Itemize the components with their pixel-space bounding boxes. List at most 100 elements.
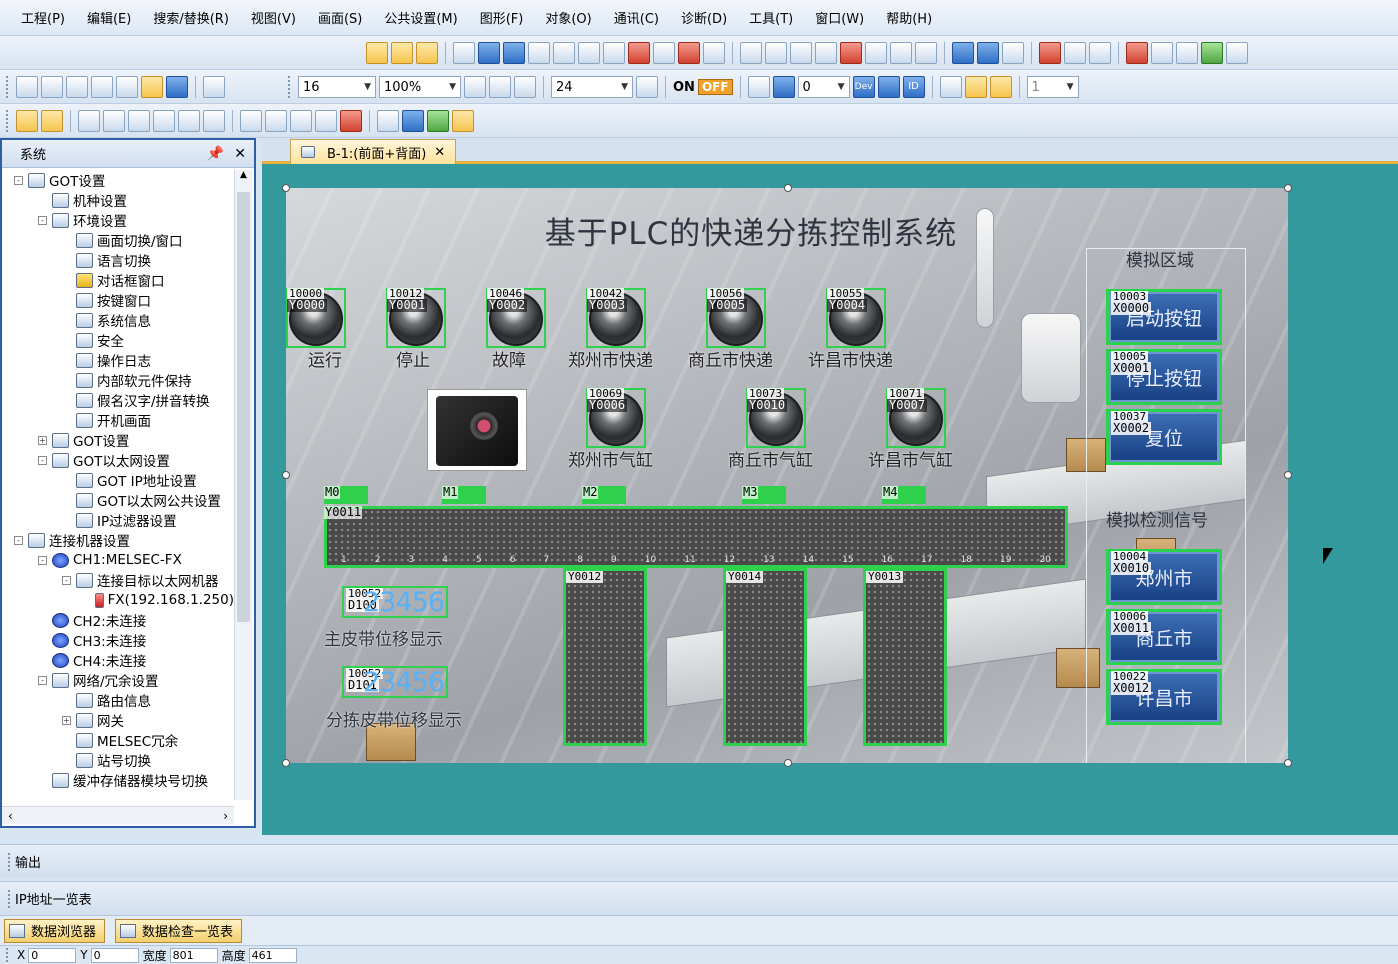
- off-state-button[interactable]: OFF: [697, 79, 733, 95]
- numeric-display[interactable]: 10052 D100 23456: [342, 586, 448, 618]
- indicator-lamp[interactable]: 10056 Y0005: [706, 288, 766, 348]
- toolbar-grip[interactable]: [6, 76, 9, 98]
- toolbar-tool-icon[interactable]: [452, 110, 474, 132]
- data-check-list-tab[interactable]: 数据检查一览表: [115, 918, 243, 943]
- new-project-icon[interactable]: [16, 76, 38, 98]
- tree-item[interactable]: FX(192.168.1.250): [2, 590, 234, 610]
- tree-item[interactable]: CH2:未连接: [2, 610, 234, 630]
- panel-grip[interactable]: [8, 852, 11, 871]
- collapse-icon[interactable]: -: [38, 555, 47, 565]
- save-icon[interactable]: [66, 76, 88, 98]
- tree-item[interactable]: 按键窗口: [2, 290, 234, 310]
- menu-item[interactable]: 通讯(C): [603, 8, 670, 27]
- zoom-area-icon[interactable]: [514, 76, 536, 98]
- toolbar-tool-icon[interactable]: [628, 42, 650, 64]
- toolbar-tool-icon[interactable]: [952, 42, 974, 64]
- menu-item[interactable]: 窗口(W): [804, 8, 875, 27]
- hmi-screen[interactable]: 基于PLC的快递分拣控制系统 模拟区域 模拟检测信号 10000 Y0000 运行 1…: [286, 188, 1288, 763]
- toolbar-tool-icon[interactable]: [203, 110, 225, 132]
- scroll-up-icon[interactable]: ▲: [235, 170, 252, 180]
- tree-item[interactable]: 系统信息: [2, 310, 234, 330]
- menu-item[interactable]: 公共设置(M): [373, 8, 468, 27]
- toolbar-tool-icon[interactable]: [290, 110, 312, 132]
- toolbar-tool-icon[interactable]: [340, 110, 362, 132]
- fill-color-icon[interactable]: [166, 76, 188, 98]
- toolbar-tool-icon[interactable]: [578, 42, 600, 64]
- toolbar-tool-icon[interactable]: [815, 42, 837, 64]
- toolbar-tool-icon[interactable]: [890, 42, 912, 64]
- menu-item[interactable]: 画面(S): [307, 8, 373, 27]
- toolbar-tool-icon[interactable]: [790, 42, 812, 64]
- toolbar-tool-icon[interactable]: [840, 42, 862, 64]
- toolbar-tool-icon[interactable]: [1039, 42, 1061, 64]
- toolbar-tool-icon[interactable]: [153, 110, 175, 132]
- zoom-select[interactable]: 100% ▼: [379, 76, 461, 98]
- resize-handle[interactable]: [784, 759, 792, 767]
- collapse-icon[interactable]: -: [14, 175, 23, 185]
- sim-button[interactable]: 10003 X0000 启动按钮: [1106, 289, 1222, 345]
- tree-horizontal-scrollbar[interactable]: ‹ ›: [2, 806, 234, 824]
- grid-icon[interactable]: [636, 76, 658, 98]
- toolbar-tool-icon[interactable]: [427, 110, 449, 132]
- resize-handle[interactable]: [784, 184, 792, 192]
- redo-icon[interactable]: [116, 76, 138, 98]
- indicator-lamp[interactable]: 10012 Y0001: [386, 288, 446, 348]
- panel-grip[interactable]: [8, 889, 11, 908]
- layer-select[interactable]: 1 ▼: [1026, 76, 1079, 98]
- indicator-lamp[interactable]: 10046 Y0002: [486, 288, 546, 348]
- tree-vertical-scrollbar[interactable]: ▲: [234, 170, 252, 800]
- tree-item[interactable]: 开机画面: [2, 410, 234, 430]
- arrow-right-icon[interactable]: [772, 76, 795, 98]
- toolbar-grip[interactable]: [288, 76, 291, 98]
- sorting-conveyor-belt[interactable]: Y0013: [863, 568, 947, 746]
- toolbar-tool-icon[interactable]: [1201, 42, 1223, 64]
- sim-button[interactable]: 10022 X0012 许昌市: [1106, 669, 1222, 725]
- toolbar-tool-icon[interactable]: [915, 42, 937, 64]
- menu-item[interactable]: 编辑(E): [76, 8, 142, 27]
- toolbar-tool-icon[interactable]: [478, 42, 500, 64]
- tree-item[interactable]: GOT以太网公共设置: [2, 490, 234, 510]
- tree-item[interactable]: CH4:未连接: [2, 650, 234, 670]
- tree-item[interactable]: IP过滤器设置: [2, 510, 234, 530]
- menu-item[interactable]: 帮助(H): [875, 8, 943, 27]
- collapse-icon[interactable]: -: [38, 215, 47, 225]
- toolbar-tool-icon[interactable]: [1064, 42, 1086, 64]
- toolbar-tool-icon[interactable]: [416, 42, 438, 64]
- sorting-conveyor-belt[interactable]: Y0014: [723, 568, 807, 746]
- toolbar-tool-icon[interactable]: [78, 110, 100, 132]
- toolbar-tool-icon[interactable]: [402, 110, 424, 132]
- resize-handle[interactable]: [282, 184, 290, 192]
- toolbar-tool-icon[interactable]: [1089, 42, 1111, 64]
- zoom-in-icon[interactable]: [464, 76, 486, 98]
- toolbar-tool-icon[interactable]: [740, 42, 762, 64]
- toolbar-tool-icon[interactable]: [1176, 42, 1198, 64]
- menu-item[interactable]: 搜索/替换(R): [142, 8, 240, 27]
- toolbar-tool-icon[interactable]: [377, 110, 399, 132]
- tree-item[interactable]: 语言切换: [2, 250, 234, 270]
- indicator-lamp[interactable]: 10042 Y0003: [586, 288, 646, 348]
- tree-item[interactable]: 内部软元件保持: [2, 370, 234, 390]
- back-layer-icon[interactable]: [964, 76, 987, 98]
- expand-icon[interactable]: +: [62, 715, 71, 725]
- tree-item[interactable]: - 连接目标以太网机器: [2, 570, 234, 590]
- tree-item[interactable]: 画面切换/窗口: [2, 230, 234, 250]
- numeric-display[interactable]: 10052 D101 23456: [342, 666, 448, 698]
- indicator-lamp[interactable]: 10000 Y0000: [286, 288, 346, 348]
- toolbar-tool-icon[interactable]: [678, 42, 700, 64]
- tree-item[interactable]: 缓冲存储器模块号切换: [2, 770, 234, 790]
- height-input[interactable]: 461: [248, 947, 297, 963]
- tree-item[interactable]: CH3:未连接: [2, 630, 234, 650]
- toolbar-tool-icon[interactable]: [865, 42, 887, 64]
- menu-item[interactable]: 对象(O): [534, 8, 602, 27]
- tree-item[interactable]: 对话框窗口: [2, 270, 234, 290]
- document-tab[interactable]: B-1:(前面+背面) ✕: [290, 139, 457, 164]
- menu-item[interactable]: 图形(F): [469, 8, 535, 27]
- toolbar-tool-icon[interactable]: [603, 42, 625, 64]
- open-project-icon[interactable]: [41, 76, 63, 98]
- toolbar-tool-icon[interactable]: [366, 42, 388, 64]
- tree-item[interactable]: + GOT设置: [2, 430, 234, 450]
- output-panel-bar[interactable]: 输出: [0, 844, 1398, 878]
- resize-handle[interactable]: [1284, 759, 1292, 767]
- output-panel-label[interactable]: 输出: [15, 852, 41, 871]
- indicator-lamp[interactable]: 10071 Y0007: [886, 388, 946, 448]
